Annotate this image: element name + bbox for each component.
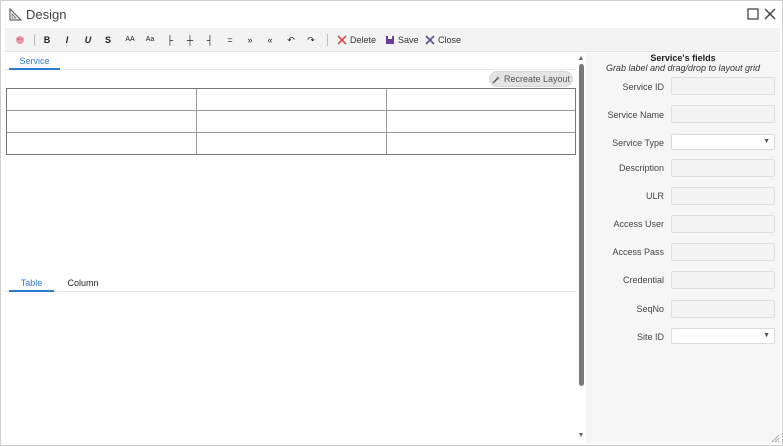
service-name-input[interactable] xyxy=(671,105,775,123)
layout-grid-cell[interactable] xyxy=(387,111,575,133)
properties-panel: Table Column xyxy=(5,275,576,443)
toolbar-separator xyxy=(327,34,328,46)
wand-icon xyxy=(492,75,500,83)
ulr-input[interactable] xyxy=(671,187,775,205)
maximize-icon[interactable] xyxy=(746,7,760,21)
scroll-up-arrow-icon[interactable]: ▲ xyxy=(577,55,585,62)
dropdown-arrow-icon: ▼ xyxy=(763,138,770,145)
layout-grid-cell[interactable] xyxy=(197,111,387,133)
triangle-ruler-icon xyxy=(9,8,22,21)
align-left-button[interactable]: ├ xyxy=(164,32,176,48)
toolbar-separator xyxy=(34,34,35,46)
bottom-tab-bar: Table Column xyxy=(5,275,576,292)
save-button[interactable]: Save xyxy=(385,32,419,48)
undo-button[interactable]: ↶ xyxy=(285,32,297,48)
outdent-button[interactable]: « xyxy=(264,32,276,48)
italic-button[interactable]: I xyxy=(61,32,73,48)
bold-button[interactable]: B xyxy=(41,32,53,48)
layout-grid-cell[interactable] xyxy=(7,111,197,133)
palette-icon[interactable] xyxy=(13,32,27,48)
field-label-credential[interactable]: Credential xyxy=(586,275,664,285)
layout-grid xyxy=(6,88,576,155)
layout-designer-area: Service Recreate Layout Table Column xyxy=(5,53,576,443)
recreate-layout-label: Recreate Layout xyxy=(503,74,571,84)
field-label-site-id[interactable]: Site ID xyxy=(586,332,664,342)
tab-service[interactable]: Service xyxy=(9,55,60,70)
field-label-seqno[interactable]: SeqNo xyxy=(586,304,664,314)
layout-grid-cell[interactable] xyxy=(387,89,575,111)
close-x-icon xyxy=(425,35,435,45)
layout-grid-cell[interactable] xyxy=(7,133,197,154)
close-label: Close xyxy=(438,35,462,45)
scrollbar-thumb[interactable] xyxy=(579,64,584,386)
field-label-service-id[interactable]: Service ID xyxy=(586,82,664,92)
layout-grid-cell[interactable] xyxy=(387,133,575,154)
fields-panel-title: Service's fields xyxy=(650,53,716,63)
resize-grip-icon[interactable] xyxy=(771,434,780,443)
indent-button[interactable]: » xyxy=(244,32,256,48)
font-decrease-button[interactable]: Aa xyxy=(143,32,157,48)
vertical-scrollbar[interactable]: ▲ ▼ xyxy=(577,55,585,441)
dropdown-arrow-icon: ▼ xyxy=(763,332,770,339)
field-label-service-name[interactable]: Service Name xyxy=(586,110,664,120)
layout-grid-cell[interactable] xyxy=(7,89,197,111)
recreate-layout-button[interactable]: Recreate Layout xyxy=(489,71,573,87)
access-pass-input[interactable] xyxy=(671,243,775,261)
floppy-disk-icon xyxy=(386,36,394,44)
fields-panel-subtitle: Grab label and drag/drop to layout grid xyxy=(605,63,761,73)
title-bar: Design xyxy=(1,1,782,28)
field-label-service-type[interactable]: Service Type xyxy=(586,138,664,148)
close-button[interactable]: Close xyxy=(425,32,461,48)
field-label-access-pass[interactable]: Access Pass xyxy=(586,247,664,257)
field-label-description[interactable]: Description xyxy=(586,163,664,173)
top-tab-bar: Service xyxy=(5,53,576,70)
layout-grid-cell[interactable] xyxy=(197,133,387,154)
underline-button[interactable]: U xyxy=(82,32,94,48)
field-label-access-user[interactable]: Access User xyxy=(586,219,664,229)
description-input[interactable] xyxy=(671,159,775,177)
align-center-button[interactable]: ┼ xyxy=(184,32,196,48)
service-type-select[interactable]: ▼ xyxy=(671,134,775,150)
access-user-input[interactable] xyxy=(671,215,775,233)
toolbar: B I U S AA Aa ├ ┼ ┤ = » « ↶ ↷ Delete Sav… xyxy=(5,28,780,52)
redo-button[interactable]: ↷ xyxy=(305,32,317,48)
fields-panel: Service's fields Grab label and drag/dro… xyxy=(586,53,780,443)
design-window: Design B I U S AA Aa ├ ┼ ┤ = » « ↶ ↷ Del… xyxy=(0,0,783,446)
delete-label: Delete xyxy=(350,35,377,45)
service-id-input[interactable] xyxy=(671,77,775,95)
close-window-icon[interactable] xyxy=(763,7,777,21)
layout-grid-cell[interactable] xyxy=(197,89,387,111)
font-increase-button[interactable]: AA xyxy=(123,32,137,48)
window-title: Design xyxy=(26,7,67,22)
justify-button[interactable]: = xyxy=(224,32,236,48)
align-right-button[interactable]: ┤ xyxy=(204,32,216,48)
site-id-select[interactable]: ▼ xyxy=(671,328,775,344)
tab-column[interactable]: Column xyxy=(63,277,103,292)
field-label-ulr[interactable]: ULR xyxy=(586,191,664,201)
tab-table[interactable]: Table xyxy=(9,277,54,292)
credential-input[interactable] xyxy=(671,271,775,289)
strikethrough-button[interactable]: S xyxy=(102,32,114,48)
save-label: Save xyxy=(398,35,419,45)
delete-button[interactable]: Delete xyxy=(337,32,376,48)
delete-x-icon xyxy=(337,35,347,45)
scroll-down-arrow-icon[interactable]: ▼ xyxy=(577,432,585,440)
seqno-input[interactable] xyxy=(671,300,775,318)
